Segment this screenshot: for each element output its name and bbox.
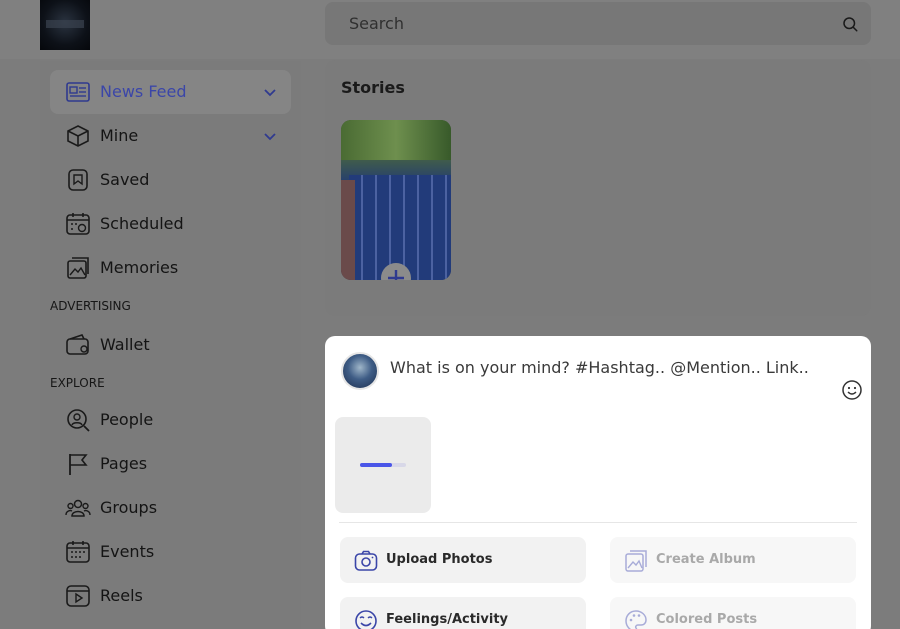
plus-icon bbox=[388, 270, 404, 280]
divider bbox=[339, 522, 857, 523]
sidebar-item-label: People bbox=[100, 410, 154, 429]
sidebar-item-label: Scheduled bbox=[100, 214, 184, 233]
stories-title: Stories bbox=[341, 78, 405, 97]
story-card[interactable] bbox=[341, 120, 451, 280]
sidebar-item-label: Mine bbox=[100, 126, 139, 145]
section-label-advertising: ADVERTISING bbox=[50, 299, 131, 313]
colored-posts-button[interactable]: Colored Posts bbox=[610, 597, 856, 629]
post-input[interactable]: What is on your mind? #Hashtag.. @Mentio… bbox=[390, 358, 809, 377]
feelings-activity-button[interactable]: Feelings/Activity bbox=[340, 597, 586, 629]
search-bar[interactable]: Search bbox=[325, 2, 871, 45]
sidebar-item-memories[interactable]: Memories bbox=[50, 246, 291, 290]
sidebar-item-label: Groups bbox=[100, 498, 158, 517]
people-search-icon bbox=[67, 409, 90, 432]
play-icon bbox=[66, 585, 90, 607]
upload-progress-fill bbox=[360, 463, 393, 467]
sidebar: News Feed Mine Saved Scheduled Memories … bbox=[40, 61, 301, 629]
sidebar-item-events[interactable]: Events bbox=[50, 530, 291, 574]
wallet-icon bbox=[66, 334, 89, 355]
post-composer: What is on your mind? #Hashtag.. @Mentio… bbox=[325, 336, 871, 629]
sidebar-item-label: Wallet bbox=[100, 335, 150, 354]
section-label-explore: EXPLORE bbox=[50, 376, 105, 390]
album-icon bbox=[625, 550, 647, 572]
sidebar-item-label: Pages bbox=[100, 454, 148, 473]
flag-icon bbox=[69, 454, 88, 475]
sidebar-item-scheduled[interactable]: Scheduled bbox=[50, 202, 291, 246]
calendar-clock-icon bbox=[66, 213, 90, 235]
groups-icon bbox=[65, 499, 91, 517]
sidebar-item-saved[interactable]: Saved bbox=[50, 158, 291, 202]
search-input[interactable]: Search bbox=[349, 14, 404, 33]
palette-icon bbox=[625, 610, 647, 629]
top-bar: Search bbox=[0, 0, 900, 59]
upload-progress-bar bbox=[360, 463, 406, 467]
sidebar-item-reels[interactable]: Reels bbox=[50, 574, 291, 618]
calendar-icon bbox=[66, 541, 90, 563]
sidebar-item-label: Memories bbox=[100, 258, 179, 277]
sidebar-item-news-feed[interactable]: News Feed bbox=[50, 70, 291, 114]
action-label: Feelings/Activity bbox=[386, 612, 509, 627]
sidebar-item-label: Reels bbox=[100, 586, 143, 605]
newspaper-icon bbox=[66, 82, 90, 102]
sidebar-item-label: Saved bbox=[100, 170, 150, 189]
photos-icon bbox=[67, 257, 89, 279]
sidebar-item-label: Events bbox=[100, 542, 155, 561]
action-label: Colored Posts bbox=[656, 612, 758, 627]
box-icon bbox=[67, 125, 89, 147]
upload-preview bbox=[335, 417, 431, 513]
sidebar-item-label: News Feed bbox=[100, 82, 187, 101]
create-album-button[interactable]: Create Album bbox=[610, 537, 856, 583]
sidebar-item-mine[interactable]: Mine bbox=[50, 114, 291, 158]
avatar[interactable] bbox=[341, 352, 379, 390]
chevron-down-icon[interactable] bbox=[263, 85, 277, 99]
bookmark-icon bbox=[68, 169, 88, 191]
search-icon[interactable] bbox=[841, 15, 859, 33]
action-label: Upload Photos bbox=[386, 552, 493, 567]
sidebar-item-wallet[interactable]: Wallet bbox=[50, 323, 291, 367]
upload-photos-button[interactable]: Upload Photos bbox=[340, 537, 586, 583]
sidebar-item-pages[interactable]: Pages bbox=[50, 442, 291, 486]
feelings-icon bbox=[355, 610, 377, 629]
smiley-icon[interactable] bbox=[841, 379, 863, 401]
sidebar-item-people[interactable]: People bbox=[50, 398, 291, 442]
camera-icon bbox=[354, 550, 378, 571]
sidebar-item-groups[interactable]: Groups bbox=[50, 486, 291, 530]
action-label: Create Album bbox=[656, 552, 756, 567]
chevron-down-icon[interactable] bbox=[263, 129, 277, 143]
stories-panel: Stories bbox=[325, 60, 871, 316]
site-logo[interactable] bbox=[40, 0, 90, 50]
